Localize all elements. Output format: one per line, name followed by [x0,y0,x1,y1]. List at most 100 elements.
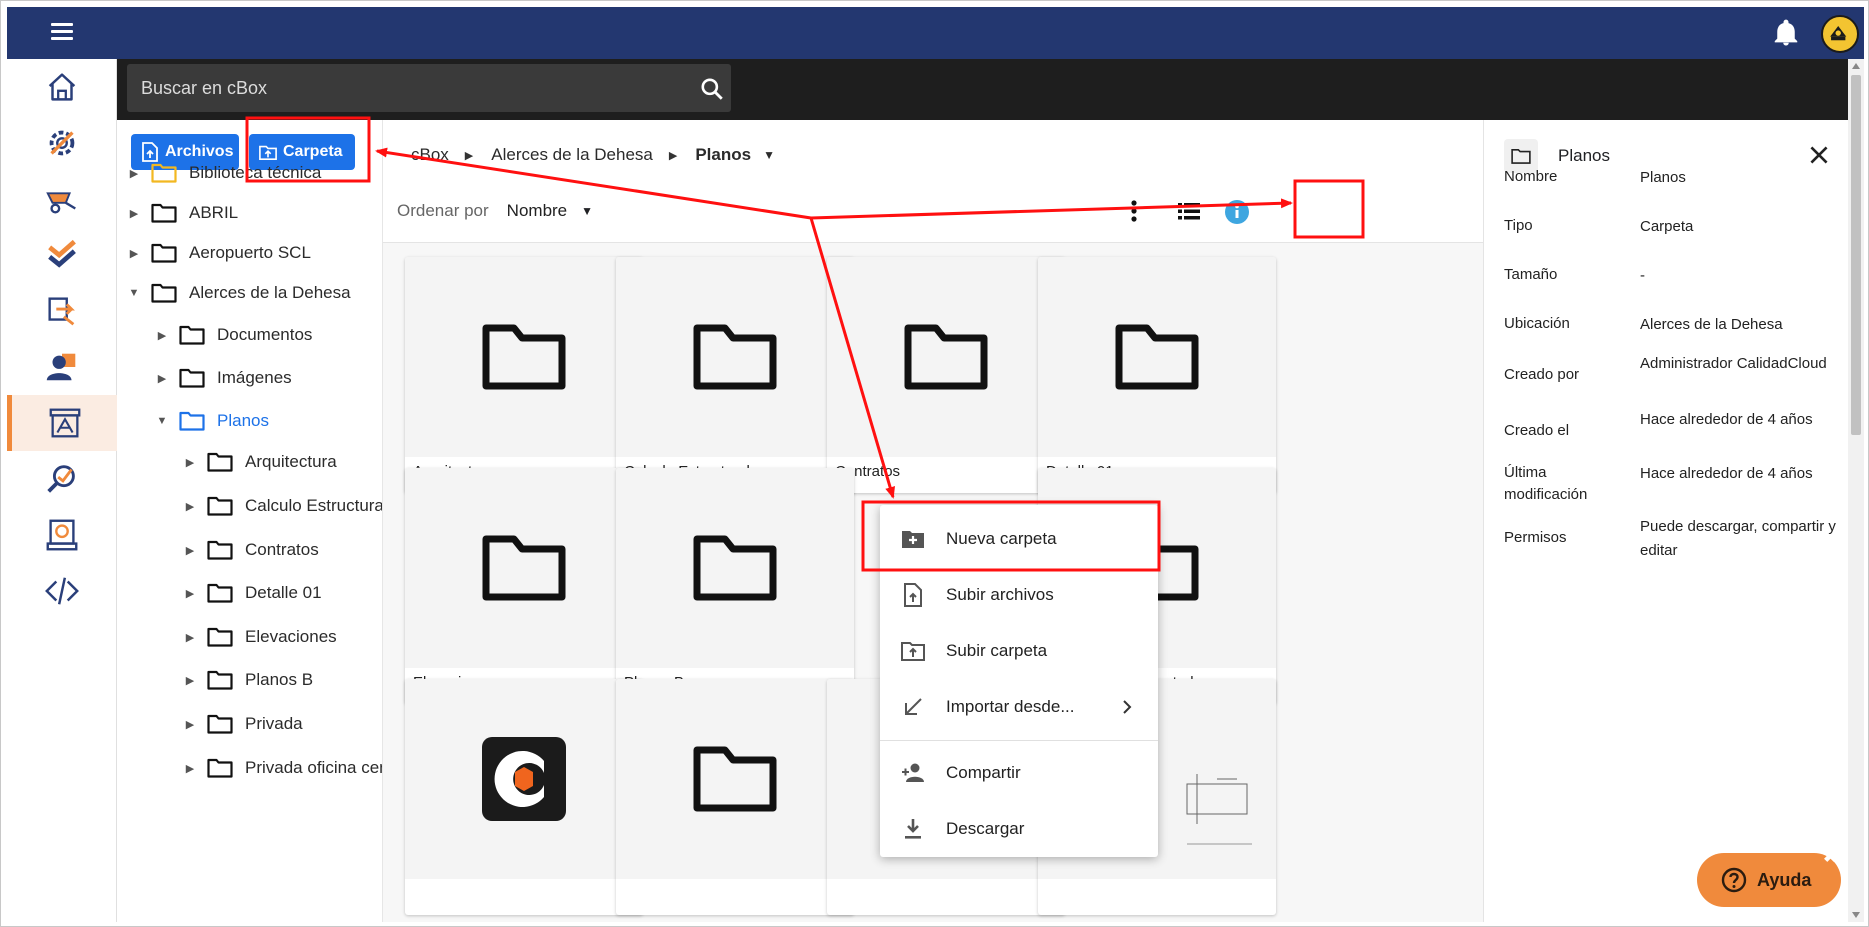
search-input[interactable] [127,64,667,112]
caret-right-icon[interactable]: ▶ [179,718,201,731]
rail-settings-icon[interactable] [7,115,117,171]
breadcrumb-item-current[interactable]: Planos [695,145,751,165]
tree-item[interactable]: ▶ Planos B [179,665,313,695]
context-menu: Nueva carpeta Subir archivos Subir carpe… [880,505,1158,857]
hamburger-icon[interactable] [51,21,77,43]
menu-item-share[interactable]: Compartir [880,745,1158,801]
user-avatar[interactable] [1821,15,1859,53]
caret-right-icon[interactable]: ▶ [179,544,201,557]
breadcrumb-item-project[interactable]: Alerces de la Dehesa [491,145,653,165]
caret-right-icon[interactable]: ▶ [179,762,201,775]
folder-icon [207,758,233,778]
file-card[interactable] [616,679,854,915]
close-icon[interactable] [1806,142,1832,168]
inspection-icon [47,465,75,493]
file-thumbnail [827,257,1065,457]
file-card[interactable] [405,679,643,915]
menu-item-label: Compartir [946,763,1021,782]
app-nav-rail [7,59,117,922]
page-scrollbar[interactable] [1848,59,1864,922]
file-card[interactable]: Elevaciones [405,468,643,704]
caret-down-icon[interactable]: ▼ [123,287,145,299]
folder-icon [693,535,777,601]
info-icon[interactable] [1224,199,1250,225]
sort-select[interactable]: Nombre [507,201,567,221]
app-window: Archivos Carpeta ▶Biblioteca técnica▶ABR… [0,0,1869,927]
share-person-icon [902,763,924,782]
caret-right-icon[interactable]: ▶ [123,167,145,180]
import-icon [905,698,922,715]
help-button[interactable]: Ayuda ✖ [1697,847,1841,907]
file-thumbnail [616,679,854,879]
file-thumbnail [405,679,643,879]
sort-label: Ordenar por [397,201,489,220]
help-close-icon[interactable]: ✖ [1823,847,1841,865]
tree-item[interactable]: ▼ Alerces de la Dehesa [123,278,351,308]
menu-item-upload-files[interactable]: Subir archivos [880,567,1158,623]
rail-wheelbarrow-icon[interactable] [7,171,117,227]
tree-item[interactable]: ▶ Privada oficina central [179,753,382,783]
sort-dropdown-icon[interactable]: ▼ [581,204,593,218]
caret-right-icon[interactable]: ▶ [179,587,201,600]
search-icon[interactable] [699,76,725,102]
scroll-up-icon[interactable] [1852,63,1860,69]
search-bar-strip [117,59,1848,120]
rail-budget-icon[interactable] [7,507,117,563]
bell-icon[interactable] [1771,17,1801,49]
tree-item[interactable]: ▼ Planos [151,406,269,436]
transfer-icon [48,297,75,326]
tree-item[interactable]: ▶ Biblioteca técnica [123,158,321,188]
rail-users-icon[interactable] [7,339,117,395]
caret-right-icon[interactable]: ▶ [151,329,173,342]
tree-item[interactable]: ▶ Detalle 01 [179,578,322,608]
breadcrumb-item-root[interactable]: cBox [411,145,449,165]
file-card[interactable]: Detalle 01 [1038,257,1276,493]
tree-item[interactable]: ▶ Contratos [179,535,319,565]
help-label: Ayuda [1757,869,1812,890]
folder-icon [151,203,177,223]
menu-item-label: Importar desde... [946,697,1075,716]
tree-item[interactable]: ▶ Imágenes [151,363,292,393]
caret-right-icon[interactable]: ▶ [179,631,201,644]
file-card[interactable]: Arquitectura [405,257,643,493]
tree-item[interactable]: ▶ Aeropuerto SCL [123,238,311,268]
file-card[interactable]: Calculo Estructural [616,257,854,493]
more-vert-icon[interactable] [1121,196,1147,226]
caret-right-icon[interactable]: ▶ [179,456,201,469]
menu-item-import[interactable]: Importar desde... [880,679,1158,735]
caret-right-icon[interactable]: ▶ [123,247,145,260]
menu-item-download[interactable]: Descargar [880,801,1158,857]
tree-item[interactable]: ▶ Documentos [151,320,312,350]
folder-icon [693,746,777,812]
file-card[interactable]: Planos B [616,468,854,704]
folder-icon [207,540,233,560]
scrollbar-thumb[interactable] [1851,75,1861,435]
tree-item[interactable]: ▶ Privada [179,709,303,739]
details-value: Puede descargar, compartir y editar [1640,518,1836,559]
rail-transfer-icon[interactable] [7,283,117,339]
tree-item-label: Privada oficina central [245,758,382,777]
caret-right-icon[interactable]: ▶ [179,500,201,513]
breadcrumb-dropdown-icon[interactable]: ▼ [763,148,775,162]
rail-code-icon[interactable] [7,563,117,619]
file-thumbnail [405,257,643,457]
list-view-icon[interactable] [1176,199,1202,223]
menu-item-upload-folder[interactable]: Subir carpeta [880,623,1158,679]
tree-item[interactable]: ▶ Elevaciones [179,622,337,652]
caret-right-icon[interactable]: ▶ [151,372,173,385]
tree-item[interactable]: ▶ ABRIL [123,198,238,228]
scroll-down-icon[interactable] [1852,912,1860,918]
rail-checklist-icon[interactable] [7,227,117,283]
tree-item[interactable]: ▶ Calculo Estructural [179,491,382,521]
menu-item-new-folder[interactable]: Nueva carpeta [880,511,1158,567]
rail-inspection-icon[interactable] [7,451,117,507]
tree-item[interactable]: ▶ Arquitectura [179,447,337,477]
caret-right-icon[interactable]: ▶ [179,674,201,687]
file-thumbnail [616,468,854,668]
rail-blueprint-icon[interactable] [7,395,117,451]
rail-home-icon[interactable] [7,59,117,115]
caret-right-icon[interactable]: ▶ [123,207,145,220]
caret-down-icon[interactable]: ▼ [151,415,173,427]
folder-icon [179,411,205,431]
file-card[interactable]: Contratos [827,257,1065,493]
